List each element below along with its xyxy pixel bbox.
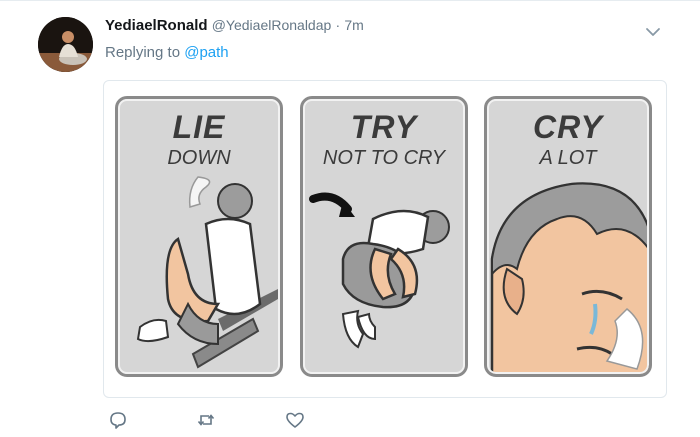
panel-border — [303, 99, 465, 374]
avatar-image — [38, 17, 93, 72]
separator-dot: · — [335, 17, 341, 33]
display-name[interactable]: YediaelRonald — [105, 17, 208, 34]
tweet-header: YediaelRonald @YediaelRonaldap · 7m — [105, 17, 364, 34]
reply-to-handle-link[interactable]: @path — [184, 44, 228, 61]
replying-to-label: Replying to — [105, 44, 185, 61]
heart-icon[interactable] — [285, 410, 305, 430]
panel-border — [118, 99, 280, 374]
replying-to: Replying to @path — [105, 44, 229, 61]
retweet-icon[interactable] — [196, 410, 216, 430]
tweet-timestamp[interactable]: 7m — [344, 17, 363, 33]
top-divider — [0, 0, 700, 1]
meme-panel-lie-down: LIE DOWN — [115, 96, 283, 377]
reply-icon[interactable] — [108, 410, 128, 430]
tweet-media[interactable]: LIE DOWN TRY NOT TO CRY CRY A LOT — [103, 80, 667, 398]
chevron-down-icon[interactable] — [643, 22, 663, 42]
user-handle[interactable]: @YediaelRonaldap — [212, 17, 332, 33]
panel-border — [487, 99, 649, 374]
meme-panel-cry-a-lot: CRY A LOT — [484, 96, 652, 377]
meme-panel-try-not-to-cry: TRY NOT TO CRY — [300, 96, 468, 377]
avatar[interactable] — [38, 17, 93, 72]
